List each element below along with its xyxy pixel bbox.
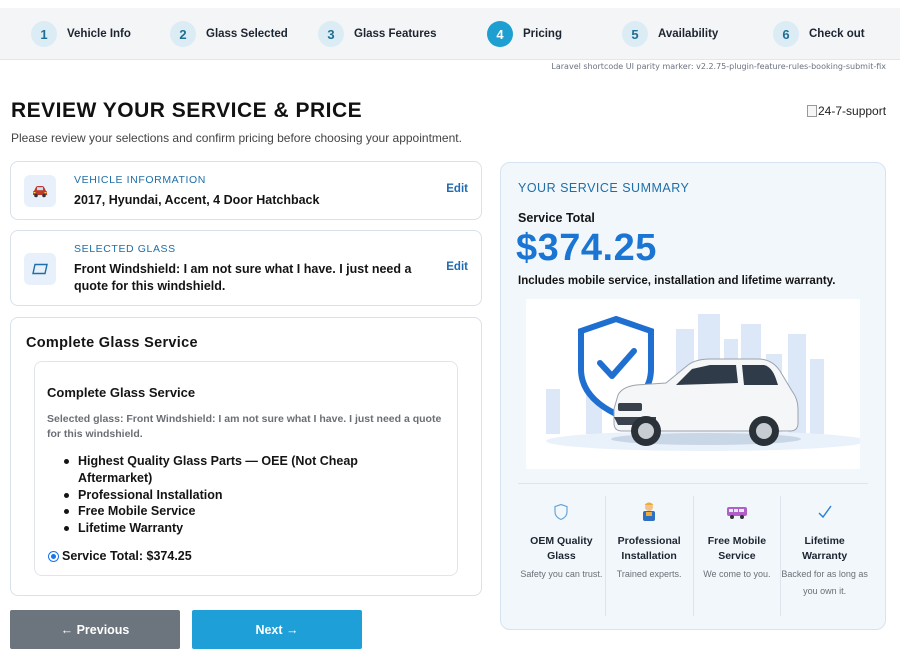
feature-desc: Safety you can trust. [520, 569, 603, 579]
step-pricing[interactable]: 4 Pricing [487, 21, 562, 47]
step-number: 3 [318, 21, 344, 47]
vehicle-info-kicker: VEHICLE INFORMATION [74, 174, 206, 186]
van-icon [694, 500, 781, 524]
feature-title: Professional Installation [617, 535, 681, 562]
step-glass-features[interactable]: 3 Glass Features [318, 21, 436, 47]
car-icon [24, 175, 56, 207]
step-availability[interactable]: 5 Availability [622, 21, 718, 47]
previous-button[interactable]: ← Previous [10, 610, 180, 649]
support-image: 24-7-support [807, 104, 886, 118]
version-marker: Laravel shortcode UI parity marker: v2.2… [551, 62, 886, 71]
feature-title: Free Mobile Service [707, 535, 767, 562]
step-number: 5 [622, 21, 648, 47]
selected-glass-card: SELECTED GLASS Front Windshield: I am no… [10, 230, 482, 306]
feature-desc: We come to you. [703, 569, 771, 579]
technician-icon [606, 500, 693, 524]
service-title: Complete Glass Service [26, 335, 198, 351]
service-option-title: Complete Glass Service [47, 385, 196, 400]
radio-selected-icon[interactable] [48, 550, 59, 562]
edit-glass-link[interactable]: Edit [446, 261, 468, 273]
step-label: Glass Selected [206, 28, 288, 40]
step-label: Check out [809, 28, 865, 40]
hero-car-illustration [526, 299, 860, 469]
step-glass-selected[interactable]: 2 Glass Selected [170, 21, 288, 47]
feature-title: OEM Quality Glass [530, 535, 593, 562]
service-summary-panel: YOUR SERVICE SUMMARY Service Total $374.… [500, 162, 886, 630]
feature-free-mobile-service: Free Mobile Service We come to you. [694, 496, 782, 616]
service-total-label: Service Total: $374.25 [62, 549, 192, 563]
selected-glass-kicker: SELECTED GLASS [74, 243, 176, 255]
feature-desc: Trained experts. [616, 569, 682, 579]
service-total-radio[interactable]: Service Total: $374.25 [48, 549, 192, 563]
page-subtitle: Please review your selections and confir… [11, 131, 462, 145]
service-option-description: Selected glass: Front Windshield: I am n… [47, 413, 442, 440]
step-vehicle-info[interactable]: 1 Vehicle Info [31, 21, 131, 47]
selected-glass-value: Front Windshield: I am not sure what I h… [74, 262, 412, 293]
summary-total-label: Service Total [518, 211, 595, 225]
windshield-icon [24, 253, 56, 285]
feature-oem-quality: OEM Quality Glass Safety you can trust. [518, 496, 606, 616]
list-item: Lifetime Warranty [64, 520, 424, 537]
feature-professional-installation: Professional Installation Trained expert… [606, 496, 694, 616]
service-option[interactable]: Complete Glass Service Selected glass: F… [34, 361, 458, 576]
progress-stepper: 1 Vehicle Info 2 Glass Selected 3 Glass … [0, 8, 900, 60]
summary-divider [518, 483, 868, 484]
summary-kicker: YOUR SERVICE SUMMARY [518, 181, 690, 195]
step-label: Availability [658, 28, 719, 40]
service-feature-list: Highest Quality Glass Parts — OEE (Not C… [64, 453, 424, 537]
step-label: Glass Features [354, 28, 437, 40]
step-label: Vehicle Info [67, 28, 131, 40]
support-image-alt: 24-7-support [818, 104, 887, 118]
feature-desc: Backed for as long as you own it. [781, 569, 868, 596]
step-number: 1 [31, 21, 57, 47]
checkmark-icon [781, 500, 868, 524]
step-check-out[interactable]: 6 Check out [773, 21, 865, 47]
feature-title: Lifetime Warranty [802, 535, 848, 562]
summary-price: $374.25 [516, 227, 657, 269]
vehicle-info-value: 2017, Hyundai, Accent, 4 Door Hatchback [74, 193, 320, 207]
service-card: Complete Glass Service Complete Glass Se… [10, 317, 482, 596]
vehicle-info-card: VEHICLE INFORMATION 2017, Hyundai, Accen… [10, 161, 482, 220]
step-number: 2 [170, 21, 196, 47]
step-number: 4 [487, 21, 513, 47]
next-button[interactable]: Next → [192, 610, 362, 649]
edit-vehicle-link[interactable]: Edit [446, 183, 468, 195]
broken-image-icon [807, 105, 817, 117]
step-label: Pricing [523, 28, 562, 40]
step-number: 6 [773, 21, 799, 47]
page-title: REVIEW YOUR SERVICE & PRICE [11, 99, 363, 122]
list-item: Highest Quality Glass Parts — OEE (Not C… [64, 453, 424, 487]
summary-note: Includes mobile service, installation an… [518, 275, 836, 287]
feature-lifetime-warranty: Lifetime Warranty Backed for as long as … [781, 496, 868, 616]
list-item: Free Mobile Service [64, 503, 424, 520]
list-item: Professional Installation [64, 487, 424, 504]
summary-feature-grid: OEM Quality Glass Safety you can trust. … [518, 496, 868, 616]
shield-icon [518, 500, 605, 524]
